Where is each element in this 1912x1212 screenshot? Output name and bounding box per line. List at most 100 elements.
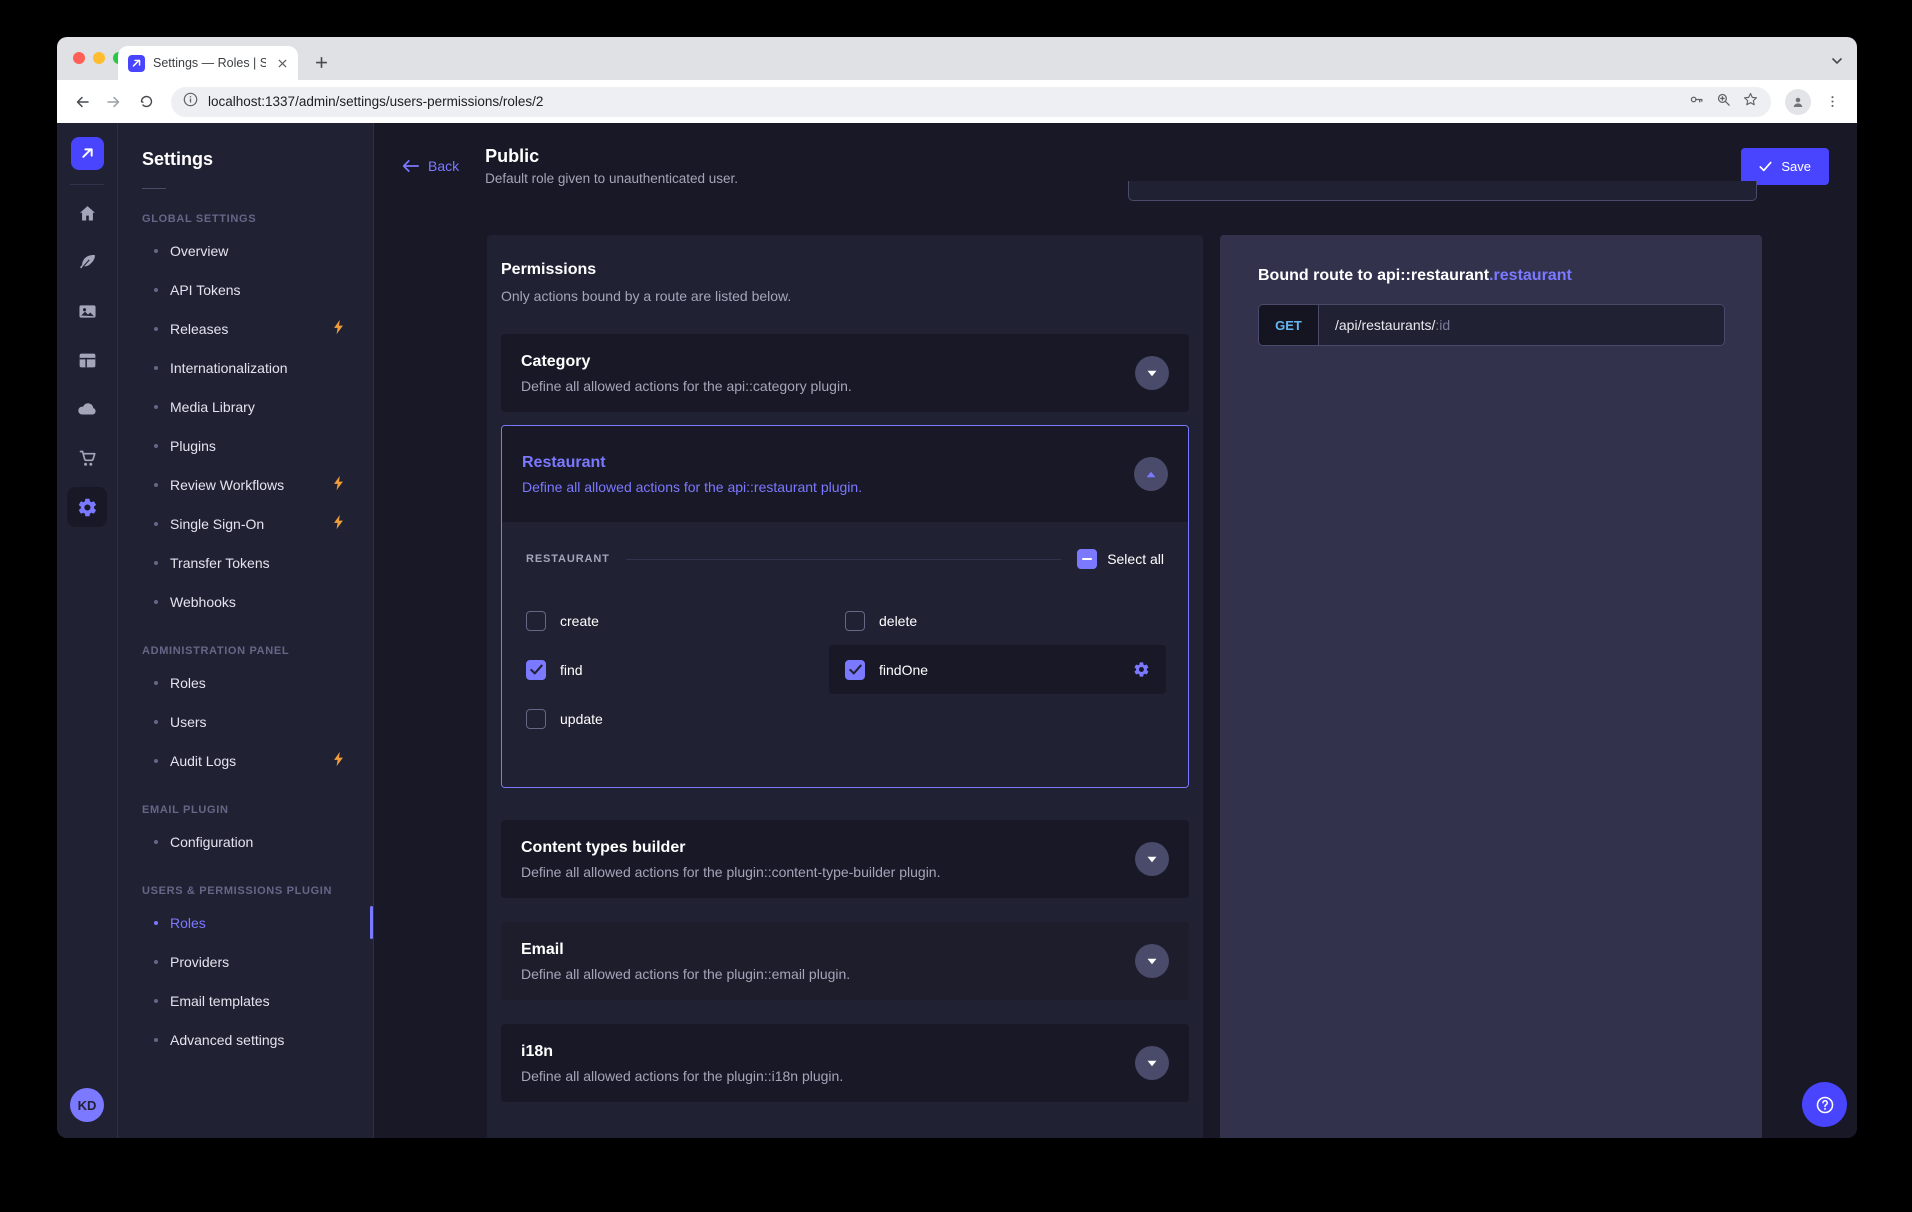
sidebar-item-api-tokens[interactable]: API Tokens (118, 270, 373, 309)
url-text[interactable]: localhost:1337/admin/settings/users-perm… (208, 94, 1678, 109)
browser-tab[interactable]: Settings — Roles | Strapi (118, 46, 298, 80)
permissions-accordion-list: Category Define all allowed actions for … (501, 334, 1189, 1102)
checkbox-findone-checked[interactable] (845, 660, 865, 680)
marketplace-cart-icon[interactable] (67, 438, 107, 478)
chevron-down-icon[interactable] (1135, 356, 1169, 390)
sidebar-item-releases[interactable]: Releases (118, 309, 373, 348)
address-bar[interactable]: localhost:1337/admin/settings/users-perm… (171, 87, 1771, 117)
action-create[interactable]: create (526, 596, 845, 645)
section-email-plugin: EMAIL PLUGIN (118, 804, 373, 816)
accordion-ctb-text: Content types builder Define all allowed… (521, 839, 940, 880)
checkbox-update-unchecked[interactable] (526, 709, 546, 729)
sidebar-item-users[interactable]: Users (118, 702, 373, 741)
permissions-subtitle: Only actions bound by a route are listed… (501, 288, 1189, 304)
sidebar-item-media-library[interactable]: Media Library (118, 387, 373, 426)
browser-profile-avatar[interactable] (1785, 89, 1811, 115)
back-nav-icon[interactable] (67, 87, 97, 117)
accordion-restaurant: Restaurant Define all allowed actions fo… (501, 425, 1189, 788)
strapi-logo[interactable] (71, 137, 104, 170)
route-param: :id (1435, 317, 1450, 333)
save-button[interactable]: Save (1741, 148, 1829, 185)
role-description-field-partial[interactable] (1128, 181, 1757, 201)
sidebar-item-single-sign-on[interactable]: Single Sign-On (118, 504, 373, 543)
chevron-down-icon[interactable] (1135, 1046, 1169, 1080)
sidebar-item-webhooks[interactable]: Webhooks (118, 582, 373, 621)
browser-window: Settings — Roles | Strapi localhost:1337… (57, 37, 1857, 1138)
bullet-icon (154, 840, 158, 844)
select-all-checkbox-indeterminate[interactable] (1077, 549, 1097, 569)
content-manager-feather-icon[interactable] (67, 242, 107, 282)
deploy-cloud-icon[interactable] (67, 389, 107, 429)
rail-divider (70, 184, 104, 185)
action-findone-selected[interactable]: findOne (829, 645, 1166, 694)
tab-close-icon[interactable] (274, 55, 290, 71)
chevron-down-icon[interactable] (1135, 842, 1169, 876)
sidebar-item-providers[interactable]: Providers (118, 942, 373, 981)
browser-toolbar: localhost:1337/admin/settings/users-perm… (57, 80, 1857, 123)
sidebar-item-review-workflows[interactable]: Review Workflows (118, 465, 373, 504)
accordion-email-text: Email Define all allowed actions for the… (521, 941, 850, 982)
accordion-category[interactable]: Category Define all allowed actions for … (501, 334, 1189, 412)
site-info-icon[interactable] (183, 92, 198, 112)
accordion-description: Define all allowed actions for the api::… (521, 378, 852, 394)
sidebar-item-plugins[interactable]: Plugins (118, 426, 373, 465)
minimize-window-button[interactable] (93, 52, 105, 64)
sidebar-item-internationalization[interactable]: Internationalization (118, 348, 373, 387)
password-key-icon[interactable] (1688, 91, 1705, 113)
chevron-up-icon[interactable] (1134, 457, 1168, 491)
new-tab-button[interactable] (309, 50, 333, 74)
accordion-i18n-text: i18n Define all allowed actions for the … (521, 1043, 843, 1084)
advanced-settings-gear-icon[interactable] (1133, 661, 1150, 678)
page-subtitle: Default role given to unauthenticated us… (485, 171, 738, 186)
accordion-title: Email (521, 941, 850, 959)
accordion-i18n[interactable]: i18n Define all allowed actions for the … (501, 1024, 1189, 1102)
premium-bolt-icon (332, 319, 345, 338)
sidebar-divider (142, 188, 166, 189)
group-label: RESTAURANT (526, 553, 610, 565)
tab-search-chevron-icon[interactable] (1831, 52, 1843, 70)
route-box: GET /api/restaurants/:id (1258, 304, 1725, 346)
close-window-button[interactable] (73, 52, 85, 64)
checkbox-delete-unchecked[interactable] (845, 611, 865, 631)
sidebar-item-transfer-tokens[interactable]: Transfer Tokens (118, 543, 373, 582)
accordion-description: Define all allowed actions for the plugi… (521, 864, 940, 880)
title-block: Public Default role given to unauthentic… (485, 146, 738, 186)
bullet-icon (154, 249, 158, 253)
select-all-control[interactable]: Select all (1077, 549, 1164, 569)
bookmark-star-icon[interactable] (1742, 91, 1759, 113)
accordion-content-types-builder[interactable]: Content types builder Define all allowed… (501, 820, 1189, 898)
main-nav-rail: KD (57, 123, 118, 1138)
content-type-builder-icon[interactable] (67, 340, 107, 380)
back-link[interactable]: Back (402, 158, 459, 174)
action-update[interactable]: update (526, 694, 845, 743)
accordion-email[interactable]: Email Define all allowed actions for the… (501, 922, 1189, 1000)
bullet-icon (154, 759, 158, 763)
zoom-icon[interactable] (1715, 91, 1732, 113)
forward-nav-icon[interactable] (99, 87, 129, 117)
user-avatar[interactable]: KD (70, 1088, 104, 1122)
section-global-settings: GLOBAL SETTINGS (118, 213, 373, 225)
chevron-down-icon[interactable] (1135, 944, 1169, 978)
settings-gear-icon[interactable] (67, 487, 107, 527)
help-button[interactable] (1802, 1082, 1847, 1127)
sidebar-item-advanced-settings[interactable]: Advanced settings (118, 1020, 373, 1059)
sidebar-item-email-templates[interactable]: Email templates (118, 981, 373, 1020)
sidebar-item-up-roles[interactable]: Roles (118, 903, 373, 942)
group-divider (626, 559, 1061, 560)
sidebar-item-audit-logs[interactable]: Audit Logs (118, 741, 373, 780)
action-delete[interactable]: delete (845, 596, 1164, 645)
action-find[interactable]: find (526, 645, 845, 694)
bullet-icon (154, 720, 158, 724)
browser-menu-icon[interactable] (1817, 87, 1847, 117)
checkbox-find-checked[interactable] (526, 660, 546, 680)
checkbox-create-unchecked[interactable] (526, 611, 546, 631)
sidebar-item-admin-roles[interactable]: Roles (118, 663, 373, 702)
accordion-restaurant-body: RESTAURANT Select all create (502, 522, 1188, 787)
accordion-title: Content types builder (521, 839, 940, 857)
sidebar-item-configuration[interactable]: Configuration (118, 822, 373, 861)
media-library-icon[interactable] (67, 291, 107, 331)
sidebar-item-overview[interactable]: Overview (118, 231, 373, 270)
accordion-restaurant-header[interactable]: Restaurant Define all allowed actions fo… (502, 426, 1188, 522)
reload-icon[interactable] (131, 87, 161, 117)
home-icon[interactable] (67, 193, 107, 233)
